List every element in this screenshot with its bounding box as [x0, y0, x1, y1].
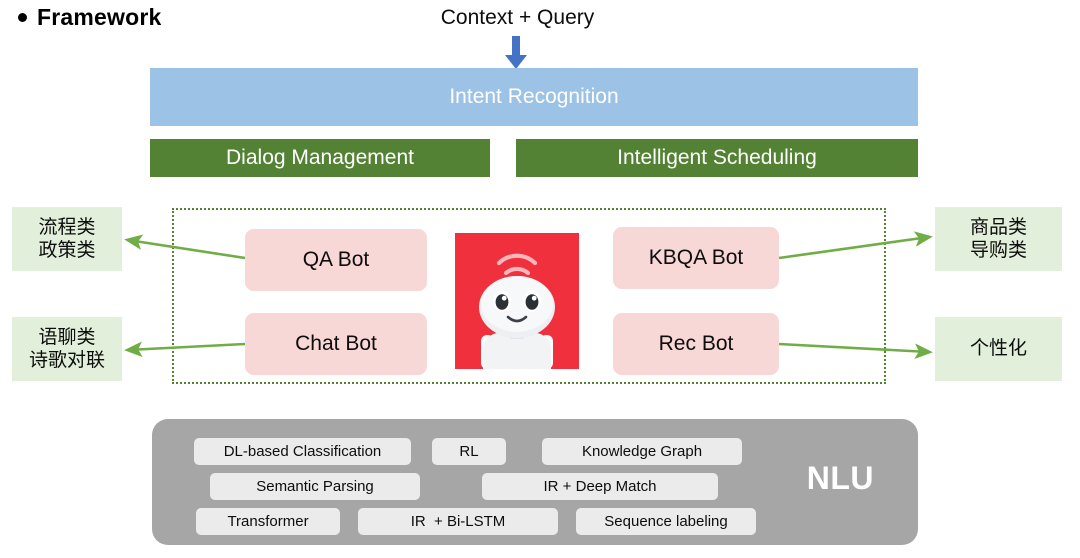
- kbqa-bot-label: KBQA Bot: [648, 246, 744, 269]
- category-left-2-line2: 诗歌对联: [28, 350, 105, 371]
- kbqa-bot-box[interactable]: KBQA Bot: [613, 227, 779, 289]
- qa-bot-box[interactable]: QA Bot: [245, 229, 427, 291]
- nlu-chip-semantic-parsing[interactable]: Semantic Parsing: [210, 473, 420, 500]
- category-right-1-line1: 商品类: [969, 216, 1027, 238]
- nlu-chip-label: DL-based Classification: [223, 443, 382, 460]
- nlu-chip-label: IR + Bi-LSTM: [410, 513, 506, 530]
- intent-recognition-bar: Intent Recognition: [150, 68, 918, 126]
- category-right-1-line2: 导购类: [969, 240, 1027, 261]
- rec-bot-label: Rec Bot: [658, 332, 734, 355]
- nlu-chip-label: RL: [459, 443, 479, 460]
- nlu-chip-transformer[interactable]: Transformer: [196, 508, 340, 535]
- category-right-2-line1: 个性化: [969, 338, 1027, 360]
- category-left-2-line1: 语聊类: [38, 326, 96, 348]
- framework-diagram: Framework Context + Query Intent Recogni…: [0, 0, 1080, 558]
- input-label: Context + Query: [440, 6, 595, 29]
- nlu-chip-label: Semantic Parsing: [256, 478, 374, 495]
- page-title-label: Framework: [37, 4, 162, 30]
- intelligent-scheduling-bar: Intelligent Scheduling: [516, 139, 918, 177]
- bullet-dot-icon: [18, 13, 27, 22]
- nlu-panel: NLU DL-based Classification RL Knowledge…: [152, 419, 918, 545]
- nlu-chip-rl[interactable]: RL: [432, 438, 506, 465]
- category-right-2: 个性化: [935, 317, 1062, 381]
- nlu-chip-label: IR + Deep Match: [543, 478, 657, 495]
- dialog-management-bar: Dialog Management: [150, 139, 490, 177]
- category-left-2: 语聊类 诗歌对联: [12, 317, 122, 381]
- nlu-chip-dl-based-classification[interactable]: DL-based Classification: [194, 438, 411, 465]
- nlu-title: NLU: [806, 460, 874, 496]
- intent-recognition-label: Intent Recognition: [449, 85, 619, 108]
- qa-bot-label: QA Bot: [302, 248, 370, 271]
- nlu-chip-sequence-labeling[interactable]: Sequence labeling: [576, 508, 756, 535]
- down-arrow-icon: [505, 36, 527, 69]
- category-left-1-line2: 政策类: [38, 240, 96, 261]
- page-title: Framework: [18, 4, 162, 31]
- nlu-chip-knowledge-graph[interactable]: Knowledge Graph: [542, 438, 742, 465]
- robot-mascot-icon: [455, 233, 579, 369]
- category-right-1: 商品类 导购类: [935, 207, 1062, 271]
- rec-bot-box[interactable]: Rec Bot: [613, 313, 779, 375]
- chat-bot-box[interactable]: Chat Bot: [245, 313, 427, 375]
- nlu-chip-label: Sequence labeling: [604, 513, 728, 530]
- chat-bot-label: Chat Bot: [295, 332, 377, 355]
- dialog-management-label: Dialog Management: [226, 146, 414, 169]
- nlu-chip-ir-bi-lstm[interactable]: IR + Bi-LSTM: [358, 508, 558, 535]
- category-left-1: 流程类 政策类: [12, 207, 122, 271]
- category-left-1-line1: 流程类: [38, 216, 96, 238]
- intelligent-scheduling-label: Intelligent Scheduling: [617, 146, 817, 169]
- nlu-chip-label: Knowledge Graph: [581, 443, 703, 460]
- nlu-chip-label: Transformer: [227, 513, 309, 530]
- nlu-chip-ir-deep-match[interactable]: IR + Deep Match: [482, 473, 718, 500]
